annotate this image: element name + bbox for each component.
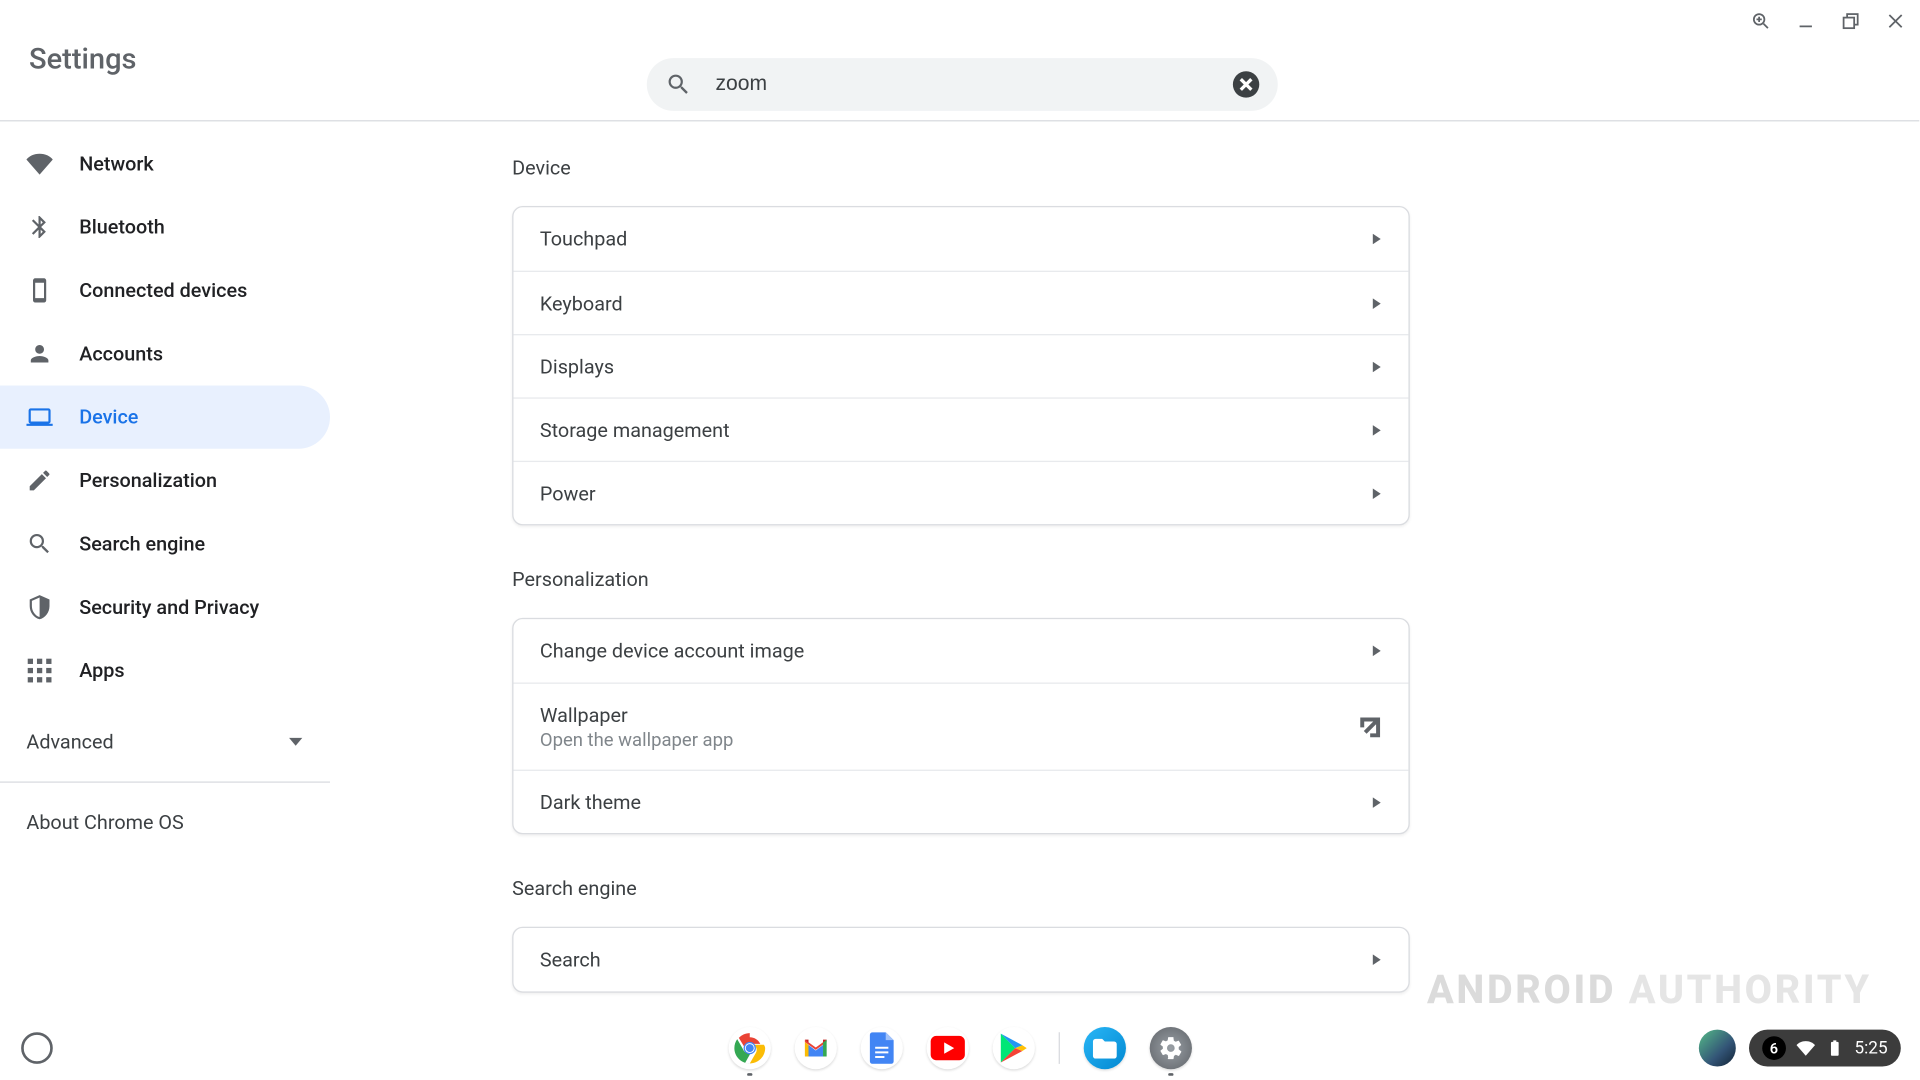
row-displays[interactable]: Displays bbox=[513, 334, 1408, 397]
about-label: About Chrome OS bbox=[26, 810, 183, 834]
sidebar-advanced[interactable]: Advanced bbox=[0, 710, 330, 773]
sidebar-item-label: Personalization bbox=[79, 469, 217, 493]
youtube-app-icon[interactable] bbox=[926, 1027, 968, 1069]
row-storage[interactable]: Storage management bbox=[513, 397, 1408, 460]
chevron-right-icon bbox=[1371, 298, 1382, 309]
main-content: Device Touchpad Keyboard Displays Storag… bbox=[330, 121, 1919, 1016]
play-store-app-icon[interactable] bbox=[992, 1027, 1034, 1069]
chevron-right-icon bbox=[1371, 361, 1382, 372]
row-sublabel: Open the wallpaper app bbox=[540, 729, 733, 750]
sidebar-item-accounts[interactable]: Accounts bbox=[0, 322, 330, 385]
row-label: Keyboard bbox=[540, 291, 623, 315]
sidebar-item-label: Security and Privacy bbox=[79, 595, 259, 619]
sidebar-item-label: Network bbox=[79, 152, 154, 176]
sidebar-item-label: Bluetooth bbox=[79, 215, 165, 239]
sidebar-item-label: Search engine bbox=[79, 532, 205, 556]
status-time: 5:25 bbox=[1854, 1038, 1887, 1058]
phone-icon bbox=[26, 277, 52, 303]
sidebar-item-label: Device bbox=[79, 405, 138, 429]
row-label: Change device account image bbox=[540, 639, 804, 663]
shield-icon bbox=[26, 594, 52, 620]
sidebar-item-network[interactable]: Network bbox=[0, 132, 330, 195]
notification-badge: 6 bbox=[1762, 1036, 1786, 1060]
chrome-app-icon[interactable] bbox=[728, 1027, 770, 1069]
open-external-icon bbox=[1358, 715, 1382, 739]
sidebar-item-personalization[interactable]: Personalization bbox=[0, 449, 330, 512]
row-label: Search bbox=[540, 948, 601, 972]
row-dark-theme[interactable]: Dark theme bbox=[513, 770, 1408, 833]
chevron-right-icon bbox=[1371, 954, 1382, 965]
sidebar-item-connected[interactable]: Connected devices bbox=[0, 259, 330, 322]
bluetooth-icon bbox=[26, 214, 52, 240]
sidebar-item-search-engine[interactable]: Search engine bbox=[0, 512, 330, 575]
row-touchpad[interactable]: Touchpad bbox=[513, 207, 1408, 270]
wifi-status-icon bbox=[1796, 1039, 1814, 1057]
sidebar-item-device[interactable]: Device bbox=[0, 385, 330, 448]
row-label: Touchpad bbox=[540, 227, 627, 251]
launcher-icon[interactable] bbox=[21, 1032, 53, 1064]
row-keyboard[interactable]: Keyboard bbox=[513, 271, 1408, 334]
row-change-image[interactable]: Change device account image bbox=[513, 619, 1408, 682]
section-title-device: Device bbox=[512, 156, 1410, 180]
row-label: Wallpaper bbox=[540, 703, 733, 727]
row-label: Power bbox=[540, 481, 596, 505]
wifi-icon bbox=[26, 150, 52, 176]
chevron-right-icon bbox=[1371, 234, 1382, 245]
sidebar-item-label: Connected devices bbox=[79, 279, 247, 303]
sidebar: Network Bluetooth Connected devices Acco… bbox=[0, 121, 330, 1016]
row-search[interactable]: Search bbox=[513, 928, 1408, 991]
chevron-down-icon bbox=[288, 734, 304, 750]
gmail-app-icon[interactable] bbox=[794, 1027, 836, 1069]
section-title-personalization: Personalization bbox=[512, 568, 1410, 592]
chevron-right-icon bbox=[1371, 797, 1382, 808]
app-title: Settings bbox=[29, 44, 136, 77]
search-icon bbox=[665, 71, 691, 97]
sidebar-item-label: Apps bbox=[79, 659, 124, 683]
status-tray[interactable]: 6 5:25 bbox=[1749, 1030, 1901, 1067]
sidebar-item-label: Accounts bbox=[79, 342, 163, 366]
row-label: Dark theme bbox=[540, 790, 641, 814]
battery-status-icon bbox=[1825, 1039, 1843, 1057]
pencil-icon bbox=[26, 467, 52, 493]
apps-icon bbox=[26, 657, 52, 683]
row-label: Displays bbox=[540, 354, 614, 378]
chevron-right-icon bbox=[1371, 488, 1382, 499]
row-wallpaper[interactable]: Wallpaper Open the wallpaper app bbox=[513, 682, 1408, 769]
search-input[interactable] bbox=[715, 73, 1209, 97]
row-label: Storage management bbox=[540, 418, 730, 442]
sidebar-item-bluetooth[interactable]: Bluetooth bbox=[0, 195, 330, 258]
shelf-divider bbox=[1058, 1032, 1059, 1064]
watermark: ANDROID AUTHORITY bbox=[1427, 968, 1872, 1014]
row-power[interactable]: Power bbox=[513, 461, 1408, 524]
chevron-right-icon bbox=[1371, 645, 1382, 656]
docs-app-icon[interactable] bbox=[860, 1027, 902, 1069]
files-app-icon[interactable] bbox=[1083, 1027, 1125, 1069]
clear-search-icon[interactable] bbox=[1233, 71, 1259, 97]
person-icon bbox=[26, 341, 52, 367]
chevron-right-icon bbox=[1371, 424, 1382, 435]
laptop-icon bbox=[26, 404, 52, 430]
search-box[interactable] bbox=[647, 58, 1278, 111]
search-icon bbox=[26, 531, 52, 557]
section-title-search-engine: Search engine bbox=[512, 876, 1410, 900]
settings-app-icon[interactable] bbox=[1149, 1027, 1191, 1069]
sidebar-about[interactable]: About Chrome OS bbox=[0, 791, 330, 854]
sidebar-item-security[interactable]: Security and Privacy bbox=[0, 576, 330, 639]
divider bbox=[0, 781, 330, 782]
sidebar-item-apps[interactable]: Apps bbox=[0, 639, 330, 702]
advanced-label: Advanced bbox=[26, 730, 113, 754]
user-avatar[interactable] bbox=[1699, 1030, 1736, 1067]
